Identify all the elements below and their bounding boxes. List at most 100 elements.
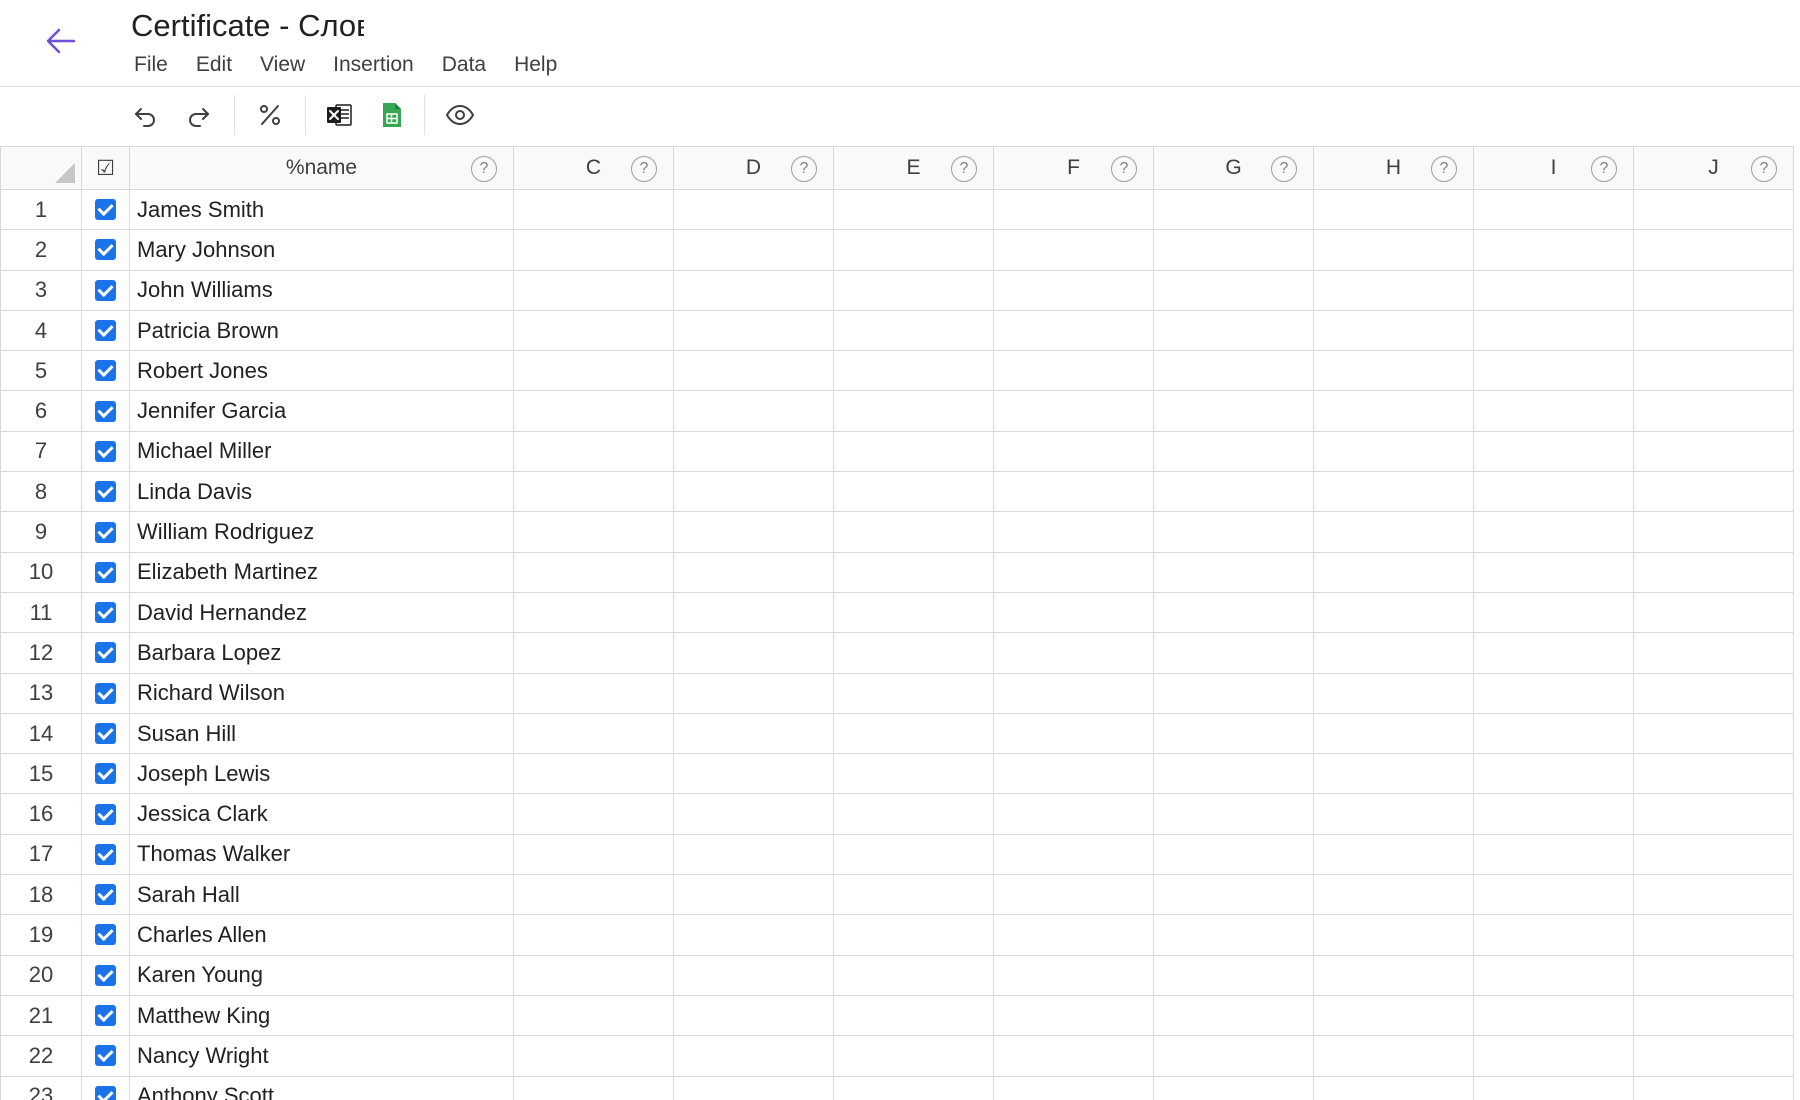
grid-cell[interactable]: [1313, 350, 1474, 392]
help-icon[interactable]: ?: [1431, 156, 1457, 182]
column-header[interactable]: G?: [1153, 146, 1314, 190]
percent-button[interactable]: [250, 95, 290, 135]
grid-cell[interactable]: [1313, 229, 1474, 271]
grid-cell[interactable]: [1313, 471, 1474, 513]
grid-cell[interactable]: [1153, 471, 1314, 513]
row-checkbox[interactable]: [95, 884, 116, 906]
grid-cell[interactable]: [673, 954, 834, 996]
grid-cell[interactable]: [673, 350, 834, 392]
name-cell[interactable]: Karen Young: [129, 954, 514, 996]
grid-cell[interactable]: [1313, 1035, 1474, 1077]
grid-cell[interactable]: [513, 712, 674, 755]
row-checkbox[interactable]: [95, 1005, 116, 1027]
grid-cell[interactable]: [1153, 672, 1314, 714]
grid-cell[interactable]: [673, 712, 834, 755]
grid-cell[interactable]: [1473, 954, 1634, 996]
row-number[interactable]: 18: [0, 874, 82, 916]
grid-cell[interactable]: [513, 591, 674, 634]
grid-cell[interactable]: [833, 471, 994, 513]
grid-cell[interactable]: [833, 1035, 994, 1077]
grid-cell[interactable]: [1473, 1075, 1634, 1100]
grid-cell[interactable]: [1633, 269, 1794, 311]
grid-cell[interactable]: [673, 511, 834, 553]
grid-cell[interactable]: [1313, 430, 1474, 473]
row-checkbox[interactable]: [95, 199, 116, 221]
grid-cell[interactable]: [1633, 874, 1794, 916]
grid-cell[interactable]: [1153, 350, 1314, 392]
grid-cell[interactable]: [1473, 350, 1634, 392]
grid-cell[interactable]: [1153, 874, 1314, 916]
row-number[interactable]: 7: [0, 430, 82, 473]
grid-cell[interactable]: [833, 874, 994, 916]
grid-cell[interactable]: [513, 632, 674, 674]
help-icon[interactable]: ?: [1271, 156, 1297, 182]
grid-cell[interactable]: [1153, 833, 1314, 876]
grid-cell[interactable]: [673, 672, 834, 714]
grid-cell[interactable]: [1313, 954, 1474, 996]
back-button[interactable]: [36, 18, 86, 64]
grid-cell[interactable]: [513, 954, 674, 996]
name-cell[interactable]: Thomas Walker: [129, 833, 514, 876]
grid-cell[interactable]: [1153, 793, 1314, 835]
name-cell[interactable]: John Williams: [129, 269, 514, 311]
row-number[interactable]: 5: [0, 350, 82, 392]
menu-insertion[interactable]: Insertion: [319, 49, 428, 81]
grid-cell[interactable]: [1153, 712, 1314, 755]
grid-cell[interactable]: [1313, 390, 1474, 432]
grid-cell[interactable]: [833, 551, 994, 593]
row-checkbox[interactable]: [95, 481, 116, 503]
grid-cell[interactable]: [993, 712, 1154, 755]
grid-cell[interactable]: [993, 1035, 1154, 1077]
row-number[interactable]: 4: [0, 309, 82, 352]
grid-cell[interactable]: [1633, 591, 1794, 634]
row-number[interactable]: 15: [0, 753, 82, 795]
column-header[interactable]: C?: [513, 146, 674, 190]
grid-cell[interactable]: [1633, 753, 1794, 795]
name-cell[interactable]: Michael Miller: [129, 430, 514, 473]
grid-cell[interactable]: [1153, 753, 1314, 795]
grid-cell[interactable]: [833, 511, 994, 553]
grid-cell[interactable]: [1313, 712, 1474, 755]
row-checkbox[interactable]: [95, 924, 116, 946]
grid-cell[interactable]: [673, 874, 834, 916]
name-cell[interactable]: Charles Allen: [129, 914, 514, 956]
row-checkbox[interactable]: [95, 763, 116, 785]
grid-cell[interactable]: [513, 229, 674, 271]
grid-cell[interactable]: [1473, 672, 1634, 714]
name-cell[interactable]: Sarah Hall: [129, 874, 514, 916]
grid-cell[interactable]: [1633, 1035, 1794, 1077]
grid-cell[interactable]: [1153, 511, 1314, 553]
grid-cell[interactable]: [513, 471, 674, 513]
grid-cell[interactable]: [673, 632, 834, 674]
name-cell[interactable]: Elizabeth Martinez: [129, 551, 514, 593]
name-cell[interactable]: Anthony Scott: [129, 1075, 514, 1100]
help-icon[interactable]: ?: [631, 156, 657, 182]
row-number[interactable]: 8: [0, 471, 82, 513]
grid-cell[interactable]: [1313, 753, 1474, 795]
help-icon[interactable]: ?: [1751, 156, 1777, 182]
grid-cell[interactable]: [673, 1075, 834, 1100]
name-cell[interactable]: Joseph Lewis: [129, 753, 514, 795]
grid-cell[interactable]: [513, 309, 674, 352]
grid-cell[interactable]: [673, 793, 834, 835]
grid-cell[interactable]: [1473, 994, 1634, 1037]
grid-cell[interactable]: [673, 753, 834, 795]
name-cell[interactable]: Jessica Clark: [129, 793, 514, 835]
help-icon[interactable]: ?: [791, 156, 817, 182]
column-header[interactable]: H?: [1313, 146, 1474, 190]
grid-cell[interactable]: [513, 551, 674, 593]
grid-cell[interactable]: [513, 994, 674, 1037]
grid-cell[interactable]: [833, 632, 994, 674]
grid-cell[interactable]: [993, 753, 1154, 795]
menu-file[interactable]: File: [120, 49, 182, 81]
grid-cell[interactable]: [1473, 551, 1634, 593]
grid-cell[interactable]: [1633, 994, 1794, 1037]
grid-cell[interactable]: [513, 511, 674, 553]
grid-cell[interactable]: [993, 874, 1154, 916]
name-cell[interactable]: Susan Hill: [129, 712, 514, 755]
grid-cell[interactable]: [993, 632, 1154, 674]
grid-cell[interactable]: [833, 753, 994, 795]
grid-cell[interactable]: [1153, 188, 1314, 231]
grid-cell[interactable]: [673, 833, 834, 876]
grid-cell[interactable]: [673, 591, 834, 634]
